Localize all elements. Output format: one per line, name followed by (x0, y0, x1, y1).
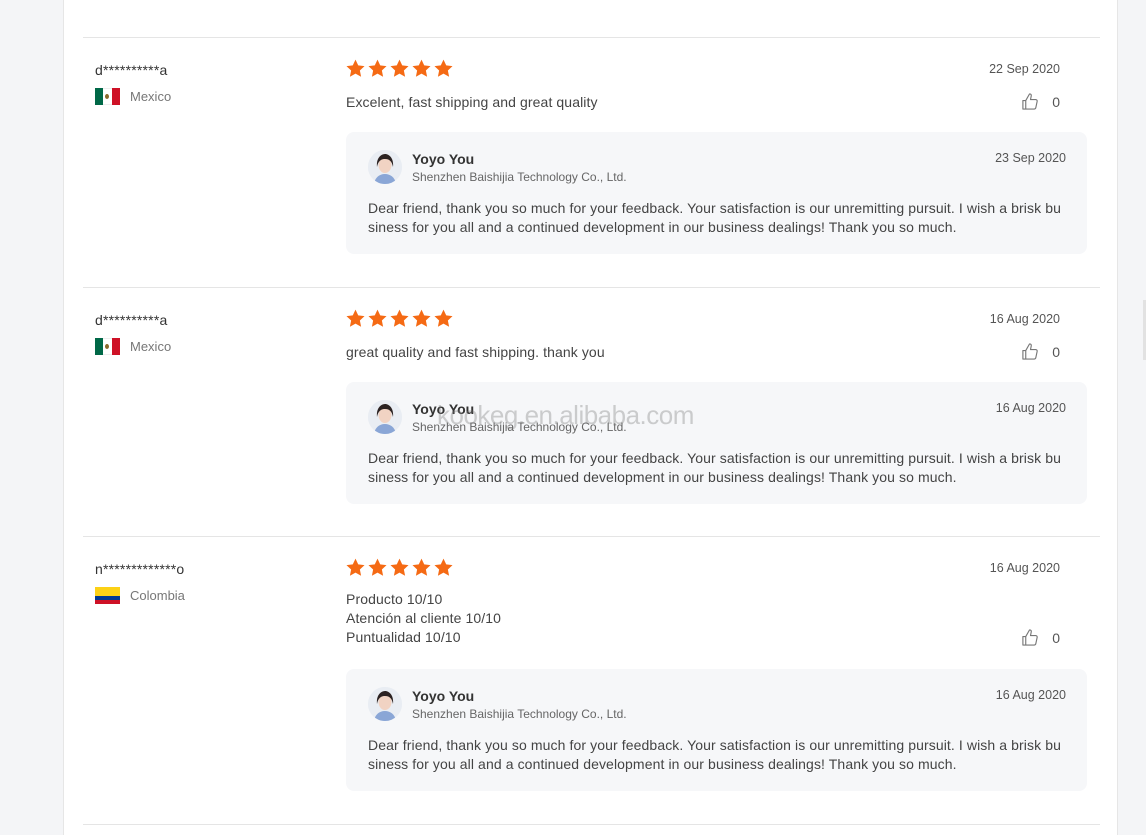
review-text-line: Atención al cliente 10/10 (346, 610, 502, 626)
rating-stars (345, 58, 454, 79)
country-name: Colombia (130, 588, 185, 603)
reply-date: 16 Aug 2020 (995, 688, 1066, 702)
colombia-flag-icon (95, 587, 120, 604)
review-text-line: Excelent, fast shipping and great qualit… (346, 94, 598, 110)
like-button[interactable]: 0 (1021, 92, 1060, 111)
reply-date: 23 Sep 2020 (995, 151, 1066, 165)
star-icon (434, 59, 453, 77)
review-item: n*************o Colombia 16 Aug 2020 Pro… (83, 558, 1100, 795)
star-icon (346, 59, 365, 77)
reply-date: 16 Aug 2020 (995, 401, 1066, 415)
reply-text: Dear friend, thank you so much for your … (368, 737, 1061, 772)
review-date: 16 Aug 2020 (989, 312, 1060, 326)
thumbs-up-icon (1022, 343, 1038, 360)
reply-text: Dear friend, thank you so much for your … (368, 450, 1061, 485)
reviewer-country: Mexico (95, 88, 171, 105)
reviewer-name: n*************o (95, 561, 185, 577)
like-count: 0 (1052, 629, 1060, 646)
replier-name: Yoyo You (412, 401, 475, 417)
star-icon (434, 558, 453, 576)
review-text-line: Producto 10/10 (346, 591, 443, 607)
star-icon (368, 309, 387, 327)
star-icon (412, 558, 431, 576)
replier-company: Shenzhen Baishijia Technology Co., Ltd. (412, 420, 627, 434)
reviewer-country: Colombia (95, 587, 185, 604)
seller-reply: Yoyo You Shenzhen Baishijia Technology C… (346, 132, 1087, 254)
country-name: Mexico (130, 339, 172, 354)
star-icon (412, 59, 431, 77)
avatar (368, 400, 402, 434)
review-item: d**********a Mexico 22 Sep 2020 Excelent… (83, 59, 1100, 258)
star-icon (390, 309, 409, 327)
replier-name: Yoyo You (412, 151, 475, 167)
review-text-line: Puntualidad 10/10 (346, 629, 461, 645)
star-icon (346, 558, 365, 576)
like-count: 0 (1052, 93, 1060, 110)
star-icon (412, 309, 431, 327)
replier-name: Yoyo You (412, 688, 475, 704)
like-button[interactable]: 0 (1021, 342, 1060, 361)
star-icon (390, 558, 409, 576)
like-button[interactable]: 0 (1021, 628, 1060, 647)
star-icon (434, 309, 453, 327)
divider (83, 37, 1100, 38)
review-text-line: great quality and fast shipping. thank y… (346, 344, 605, 360)
rating-stars (345, 308, 454, 329)
reply-text: Dear friend, thank you so much for your … (368, 200, 1061, 235)
mexico-flag-icon (95, 338, 120, 355)
star-icon (346, 309, 365, 327)
like-count: 0 (1052, 343, 1060, 360)
reviewer-name: d**********a (95, 62, 168, 78)
divider (83, 287, 1100, 288)
review-text: Excelent, fast shipping and great qualit… (346, 93, 598, 112)
reviewer-name: d**********a (95, 312, 168, 328)
reviewer-country: Mexico (95, 338, 171, 355)
rating-stars (345, 557, 454, 578)
star-icon (368, 59, 387, 77)
divider (83, 824, 1100, 825)
star-icon (390, 59, 409, 77)
seller-reply: Yoyo You Shenzhen Baishijia Technology C… (346, 669, 1087, 791)
star-icon (368, 558, 387, 576)
review-date: 22 Sep 2020 (989, 62, 1060, 76)
review-item: d**********a Mexico 16 Aug 2020 great qu… (83, 309, 1100, 508)
review-date: 16 Aug 2020 (989, 561, 1060, 575)
replier-company: Shenzhen Baishijia Technology Co., Ltd. (412, 707, 627, 721)
review-text: Producto 10/10 Atención al cliente 10/10… (346, 590, 501, 647)
replier-company: Shenzhen Baishijia Technology Co., Ltd. (412, 170, 627, 184)
thumbs-up-icon (1022, 93, 1038, 110)
mexico-flag-icon (95, 88, 120, 105)
avatar (368, 687, 402, 721)
thumbs-up-icon (1022, 629, 1038, 646)
seller-reply: Yoyo You Shenzhen Baishijia Technology C… (346, 382, 1087, 504)
review-text: great quality and fast shipping. thank y… (346, 343, 605, 362)
avatar (368, 150, 402, 184)
divider (83, 536, 1100, 537)
country-name: Mexico (130, 89, 172, 104)
